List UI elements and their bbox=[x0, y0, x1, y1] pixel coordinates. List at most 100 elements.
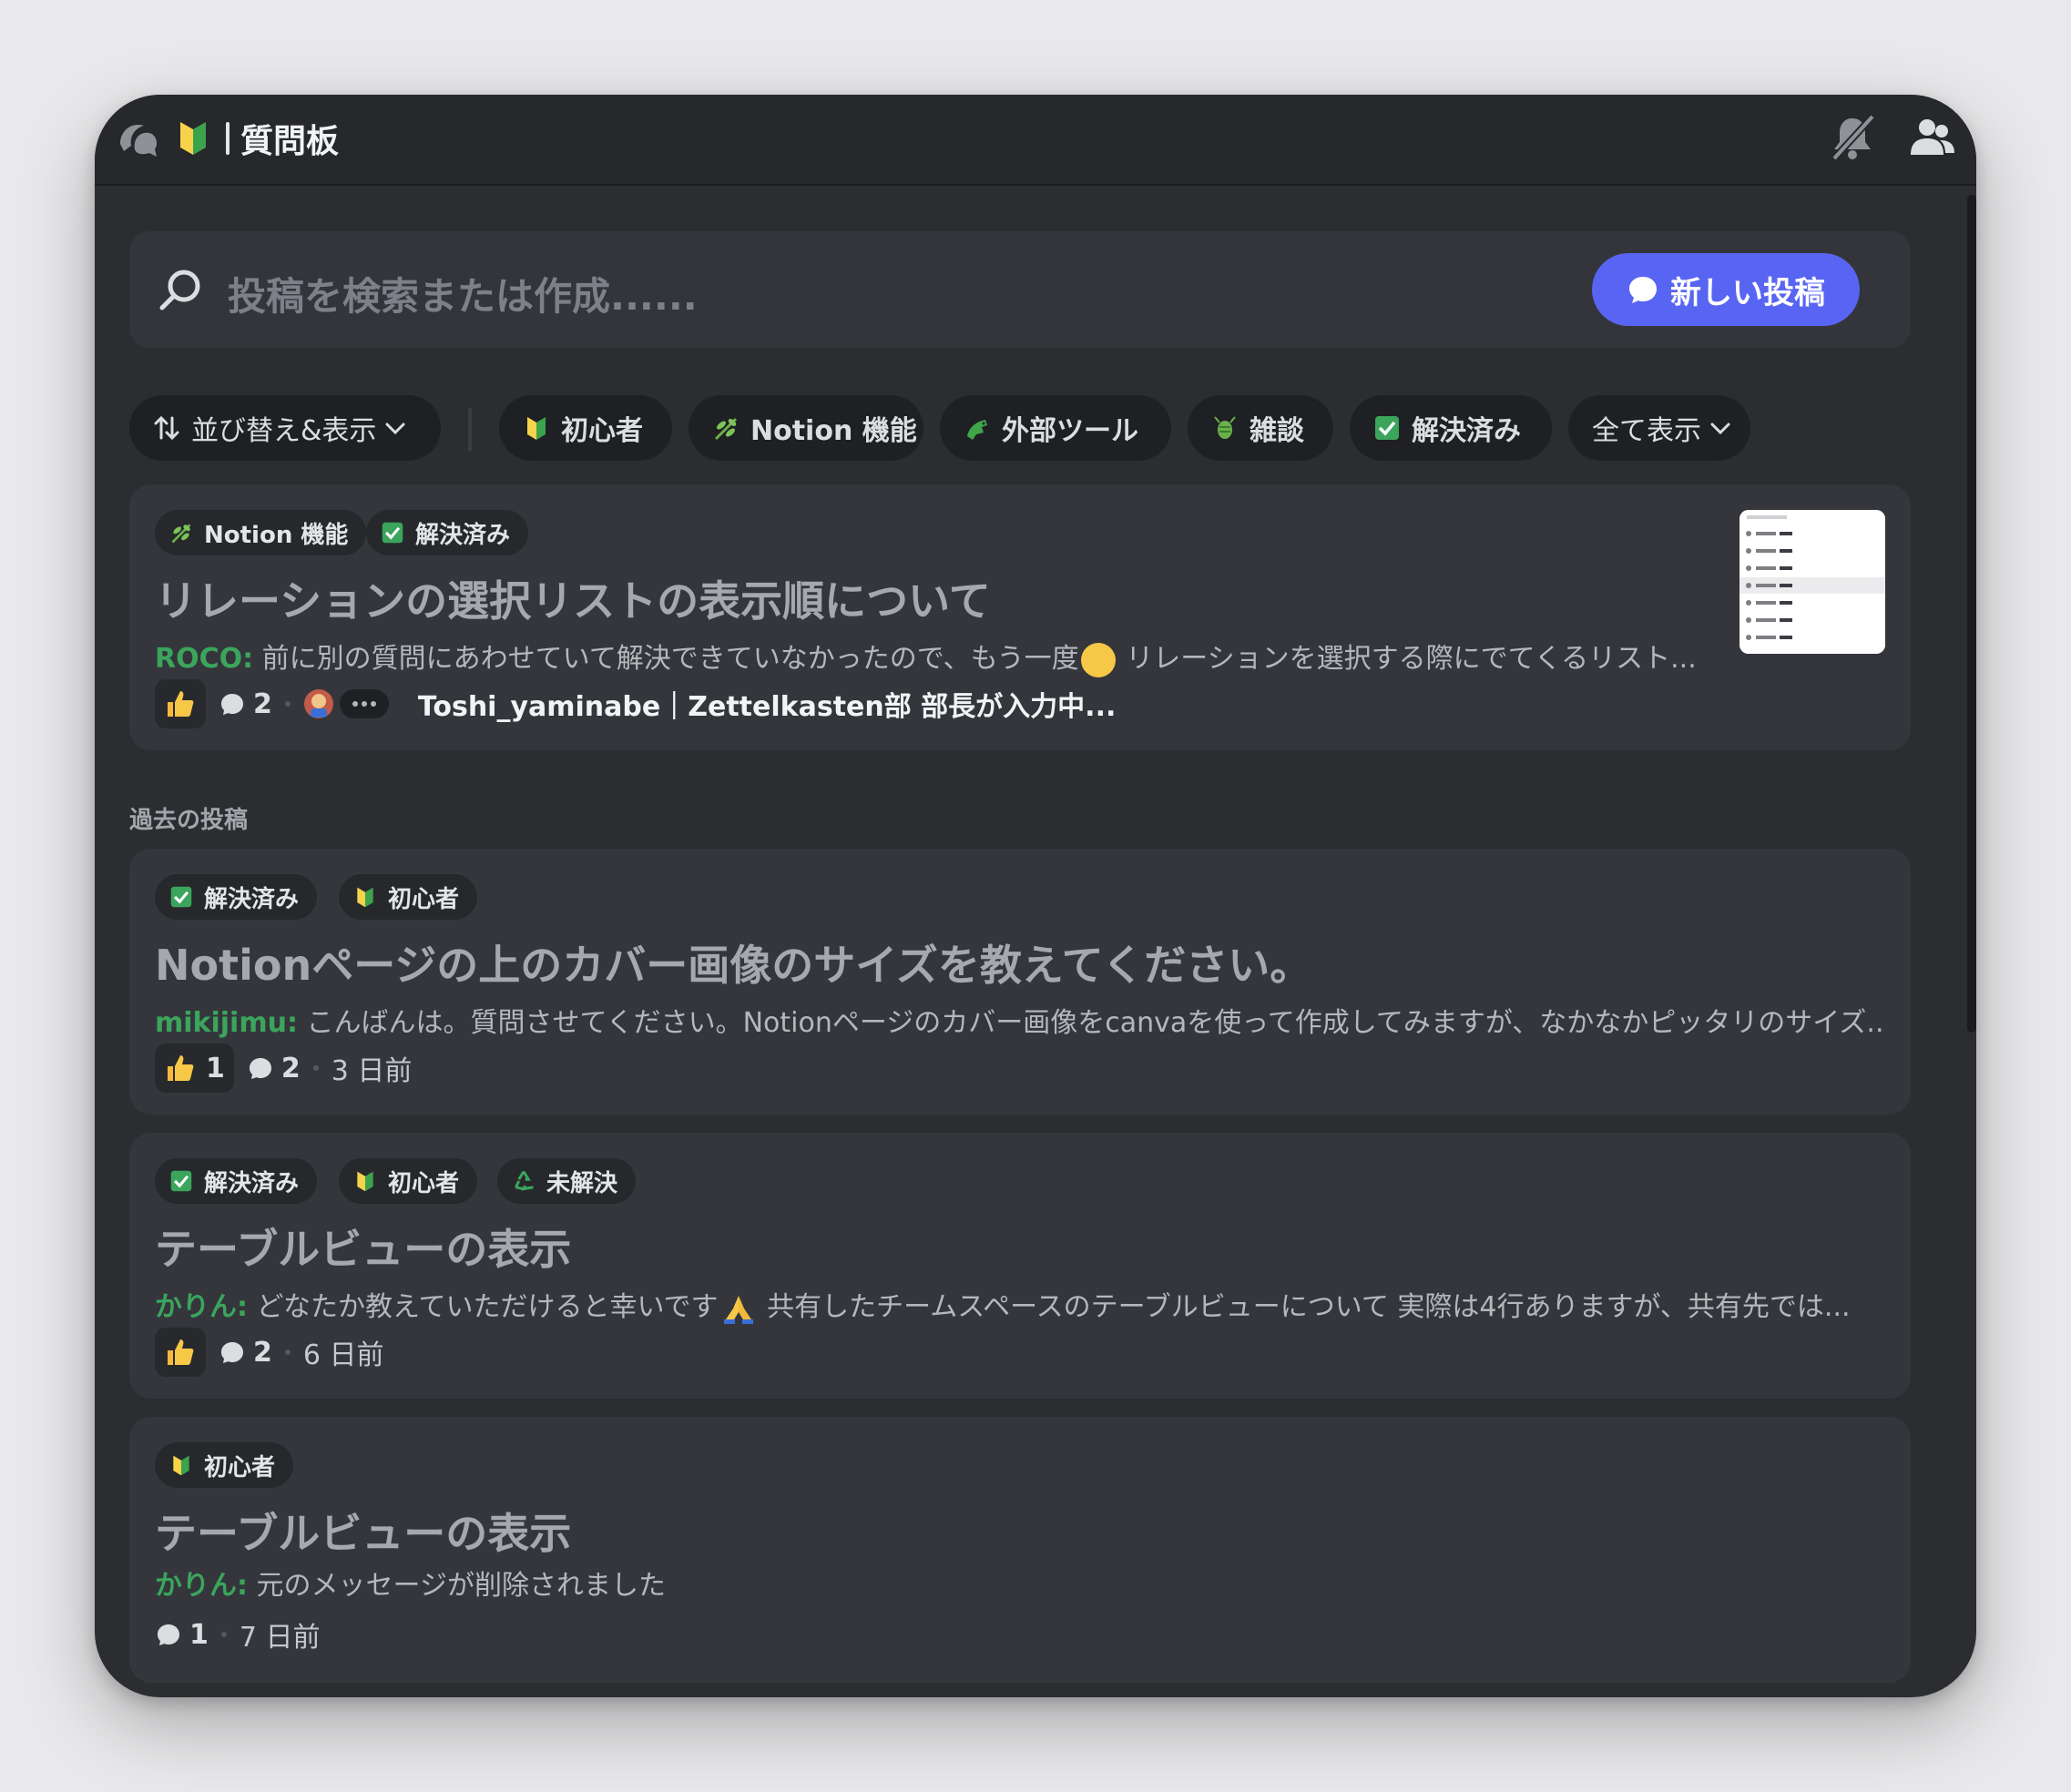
tag-resolved: 解決済み bbox=[366, 510, 529, 555]
filter-chip-beginner[interactable]: 初心者 bbox=[499, 395, 672, 461]
sort-view-button[interactable]: 並び替え&表示 bbox=[129, 395, 441, 461]
meta-separator bbox=[312, 1065, 319, 1071]
chat-bubble-icon bbox=[221, 1342, 243, 1363]
chat-bubble-icon bbox=[221, 694, 243, 715]
forum-icon bbox=[120, 124, 157, 157]
comment-count: 2 bbox=[247, 1053, 301, 1084]
post-tags: 解決済み 初心者 bbox=[155, 874, 1430, 920]
filter-row: 並び替え&表示 初心者 Notion 機能 外部ツール 雑談 解決済み 全て表示 bbox=[129, 395, 1914, 461]
post-title: テーブルビューの表示 bbox=[155, 1225, 572, 1274]
thumbs-up-icon bbox=[168, 691, 194, 717]
meta-separator bbox=[284, 701, 291, 707]
comment-count-value: 2 bbox=[281, 1052, 301, 1084]
reaction-button[interactable] bbox=[155, 1328, 206, 1377]
post-author: かりん bbox=[155, 1570, 237, 1602]
post-preview: ROCO: 前に別の質問にあわせていて解決できていなかったので、もう一度 リレー… bbox=[155, 636, 1721, 677]
tag-label: 解決済み bbox=[204, 885, 300, 913]
tag-beginner: 初心者 bbox=[155, 1442, 294, 1488]
tag-label: Notion 機能 bbox=[204, 521, 349, 549]
filter-chip-notion[interactable]: Notion 機能 bbox=[689, 395, 923, 461]
filter-chip-chat[interactable]: 雑談 bbox=[1188, 395, 1333, 461]
filter-chip-label: 解決済み bbox=[1412, 415, 1521, 447]
sort-label: 並び替え&表示 bbox=[191, 415, 377, 447]
beginner-mark-icon bbox=[527, 417, 546, 440]
typing-text: Toshi_yaminabe｜Zettelkasten部 部長が入力中... bbox=[417, 691, 1117, 723]
tag-beginner: 初心者 bbox=[339, 1158, 478, 1204]
post-title: テーブルビューの表示 bbox=[155, 1509, 572, 1558]
preview-text: こんばんは。質問させてください。Notionページのカバー画像をcanvaを使っ… bbox=[306, 1007, 1885, 1039]
post-title: Notionページの上のカバー画像のサイズを教えてください。 bbox=[155, 941, 1312, 990]
post-card[interactable]: 解決済み 初心者 Notionページの上のカバー画像のサイズを教えてください。 … bbox=[129, 849, 1911, 1115]
post-card[interactable]: 解決済み 初心者 未解決 テーブルビューの表示 かりん: どなたか教えていただけ… bbox=[129, 1133, 1911, 1399]
reaction-count: 1 bbox=[206, 1052, 225, 1084]
chevron-down-icon bbox=[385, 423, 405, 435]
preview-text: どなたか教えていただけると幸いです bbox=[256, 1291, 719, 1323]
title-separator bbox=[226, 122, 230, 155]
members-icon[interactable] bbox=[1907, 113, 1958, 164]
tag-unresolved: 未解決 bbox=[497, 1158, 637, 1204]
beginner-mark-icon bbox=[357, 1171, 373, 1192]
post-author: かりん bbox=[155, 1291, 237, 1323]
filter-chip-label: 外部ツール bbox=[1002, 415, 1138, 447]
search-icon bbox=[159, 270, 200, 311]
channel-name: 質問板 bbox=[240, 123, 340, 160]
check-box-icon bbox=[170, 886, 192, 908]
herb-icon bbox=[171, 524, 191, 544]
tag-label: 初心者 bbox=[388, 885, 460, 913]
preview-text: 元のメッセージが削除されました bbox=[256, 1570, 666, 1602]
post-timestamp: 6 日前 bbox=[302, 1339, 384, 1371]
new-post-label: 新しい投稿 bbox=[1670, 274, 1825, 311]
past-posts-heading: 過去の投稿 bbox=[129, 807, 249, 834]
tag-label: 解決済み bbox=[204, 1169, 300, 1197]
folded-hands-icon bbox=[723, 1295, 753, 1324]
tag-resolved: 解決済み bbox=[155, 874, 318, 920]
search-bar[interactable]: 投稿を検索または作成...... 新しい投稿 bbox=[129, 231, 1911, 348]
comment-count-value: 1 bbox=[189, 1618, 209, 1651]
search-input[interactable]: 投稿を検索または作成...... bbox=[228, 266, 698, 321]
reaction-button[interactable]: 1 bbox=[155, 1044, 234, 1093]
chevron-down-icon bbox=[1710, 423, 1730, 435]
bell-muted-icon[interactable] bbox=[1825, 109, 1880, 164]
post-meta: 2 Toshi_yaminabe｜Zettelkasten部 部長が入力中... bbox=[155, 679, 1116, 728]
filter-chip-external-tools[interactable]: 外部ツール bbox=[940, 395, 1171, 461]
post-thumbnail[interactable] bbox=[1739, 510, 1885, 654]
filter-chip-label: 雑談 bbox=[1250, 415, 1304, 447]
meta-separator bbox=[284, 1349, 291, 1355]
preview-text: 前に別の質問にあわせていて解決できていなかったので、もう一度 bbox=[261, 643, 1079, 675]
scrollbar[interactable] bbox=[1967, 195, 1976, 1033]
preview-text: 共有したチームスペースのテーブルビューについて 実際は4行ありますが、共有先では… bbox=[767, 1291, 1851, 1323]
chat-bubble-icon bbox=[158, 1624, 179, 1645]
show-all-button[interactable]: 全て表示 bbox=[1568, 395, 1750, 461]
tag-label: 解決済み bbox=[415, 521, 511, 549]
post-meta: 2 6 日前 bbox=[155, 1328, 384, 1377]
recycle-icon bbox=[514, 1170, 534, 1191]
post-title: リレーションの選択リストの表示順について bbox=[155, 576, 991, 626]
chat-bubble-icon bbox=[1629, 277, 1657, 303]
post-preview: かりん: どなたか教えていただけると幸いです 共有したチームスペースのテーブルビ… bbox=[155, 1291, 1851, 1324]
comment-count: 2 bbox=[219, 1337, 272, 1369]
post-preview: mikijimu: こんばんは。質問させてください。Notionページのカバー画… bbox=[155, 1000, 1885, 1040]
tag-notion: Notion 機能 bbox=[155, 510, 367, 555]
dragon-icon bbox=[967, 420, 987, 440]
filter-chip-resolved[interactable]: 解決済み bbox=[1350, 395, 1552, 461]
tag-beginner: 初心者 bbox=[339, 874, 478, 920]
new-post-button[interactable]: 新しい投稿 bbox=[1592, 253, 1860, 326]
post-author: ROCO bbox=[155, 643, 243, 675]
post-meta: 1 2 3 日前 bbox=[155, 1044, 412, 1093]
post-card[interactable]: Notion 機能 解決済み リレーションの選択リストの表示順について ROCO… bbox=[129, 484, 1911, 750]
post-author: mikijimu bbox=[155, 1007, 287, 1039]
tag-label: 初心者 bbox=[204, 1453, 276, 1481]
reaction-button[interactable] bbox=[155, 679, 206, 728]
post-tags: 初心者 bbox=[155, 1442, 1430, 1488]
title-bar: 質問板 bbox=[95, 95, 1976, 186]
post-card[interactable]: 初心者 テーブルビューの表示 かりん: 元のメッセージが削除されました 1 7 … bbox=[129, 1417, 1911, 1683]
thumbnail-image bbox=[1739, 510, 1885, 654]
check-box-icon bbox=[1375, 416, 1399, 440]
post-timestamp: 3 日前 bbox=[331, 1055, 413, 1087]
preview-text: リレーションを選択する際にでてくるリスト... bbox=[1126, 643, 1697, 675]
meta-separator bbox=[220, 1632, 227, 1637]
comment-count-value: 2 bbox=[253, 687, 272, 720]
filter-chip-label: 初心者 bbox=[561, 415, 643, 447]
comment-count-value: 2 bbox=[253, 1336, 272, 1369]
thumbs-up-icon bbox=[168, 1339, 194, 1365]
